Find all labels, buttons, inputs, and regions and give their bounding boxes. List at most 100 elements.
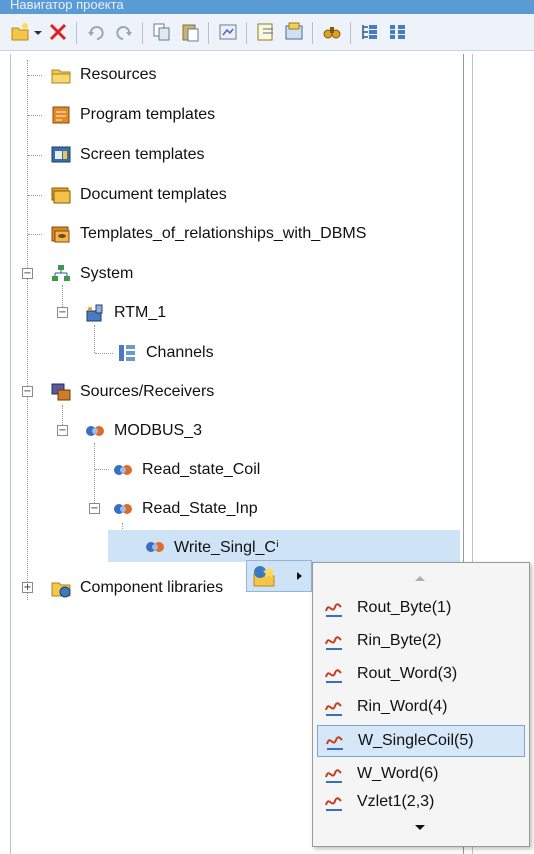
window-title: Навигатор проекта	[10, 0, 124, 12]
tree-item-label: Document templates	[80, 186, 227, 203]
toolbar-separator	[312, 22, 313, 44]
delete-icon[interactable]	[46, 20, 70, 44]
tree-item-program-templates[interactable]: Program templates	[50, 103, 215, 127]
channel-function-icon	[325, 797, 342, 811]
channel-function-icon	[325, 603, 342, 617]
tree-line	[94, 325, 95, 353]
collapse-toggle-modbus[interactable]: −	[57, 425, 68, 436]
tree-item-sources-receivers[interactable]: Sources/Receivers	[50, 380, 214, 404]
toolbar-separator	[350, 22, 351, 44]
menu-item-w-singlecoil[interactable]: W_SingleCoil(5)	[317, 725, 525, 757]
tree-line	[28, 155, 42, 156]
expand-toggle-component-libraries[interactable]: +	[22, 582, 33, 593]
tree-item-label: Write_Singl_Cⁱ	[174, 539, 279, 556]
tree-line	[95, 469, 109, 470]
undo-icon[interactable]	[84, 20, 108, 44]
expand-tree-icon[interactable]	[358, 20, 382, 44]
tree-item-read-state-coil[interactable]: Read_state_Coil	[112, 458, 260, 482]
screen-template-icon	[51, 146, 71, 163]
tree-line	[28, 115, 42, 116]
export-icon[interactable]	[282, 20, 306, 44]
component-library-icon	[51, 582, 71, 598]
tree-item-label: Program templates	[80, 106, 216, 123]
tree-item-label: Component libraries	[80, 579, 224, 596]
tree-item-label: Channels	[146, 344, 214, 361]
collapse-toggle-rtm[interactable]: −	[57, 307, 68, 318]
menu-item-label: W_SingleCoil(5)	[358, 732, 474, 749]
menu-item-rin-word[interactable]: Rin_Word(4)	[317, 692, 523, 722]
tree-item-label: Sources/Receivers	[80, 383, 215, 400]
tree-item-label: Read_State_Inp	[142, 500, 258, 517]
tree-item-modbus[interactable]: MODBUS_3	[84, 419, 202, 443]
document-template-icon	[51, 187, 71, 204]
tree-item-label: RTM_1	[114, 304, 167, 321]
toolbar-separator	[76, 22, 77, 44]
tree-item-resources[interactable]: Resources	[50, 63, 156, 87]
tree-item-label: Screen templates	[80, 146, 205, 163]
import-icon[interactable]	[254, 20, 278, 44]
tree-line	[28, 234, 42, 235]
menu-item-label: Rin_Word(4)	[357, 698, 448, 715]
new-item-icon	[253, 566, 275, 587]
tree-line	[28, 75, 42, 76]
copy-icon[interactable]	[150, 20, 174, 44]
new-item-icon[interactable]	[8, 20, 32, 44]
modbus-request-icon	[114, 465, 132, 475]
submenu-arrow-icon	[297, 572, 302, 580]
context-submenu: Rout_Byte(1) Rin_Byte(2) Rout_Word(3) Ri…	[312, 562, 530, 847]
tree-item-relationships-templates[interactable]: Templates_of_relationships_with_DBMS	[50, 222, 366, 246]
menu-item-label: Rout_Word(3)	[357, 665, 458, 682]
window-title-bar: Навигатор проекта	[0, 0, 534, 14]
tree-item-label: MODBUS_3	[114, 422, 203, 439]
tree-item-read-state-inp[interactable]: Read_State_Inp	[112, 497, 258, 521]
tree-item-component-libraries[interactable]: Component libraries	[50, 576, 223, 600]
tree-item-label: Resources	[80, 66, 157, 83]
collapse-toggle-read-state-inp[interactable]: −	[89, 503, 100, 514]
toolbar	[0, 14, 534, 51]
modbus-request-icon	[114, 504, 132, 514]
tree-item-label: Templates_of_relationships_with_DBMS	[80, 225, 367, 242]
menu-item-label: W_Word(6)	[357, 765, 439, 782]
channel-function-icon	[325, 636, 342, 650]
rtm-icon	[86, 304, 103, 322]
toolbar-separator	[246, 22, 247, 44]
toolbar-separator	[142, 22, 143, 44]
tree-line	[28, 195, 42, 196]
menu-item-rout-byte[interactable]: Rout_Byte(1)	[317, 593, 523, 623]
scroll-up-arrow-icon[interactable]	[413, 573, 427, 583]
network-icon	[52, 265, 70, 281]
toolbar-separator	[208, 22, 209, 44]
modbus-icon	[86, 426, 104, 436]
channel-function-icon	[325, 702, 342, 716]
menu-item-rin-byte[interactable]: Rin_Byte(2)	[317, 626, 523, 656]
tree-item-channels[interactable]: Channels	[116, 341, 214, 365]
collapse-tree-icon[interactable]	[386, 20, 410, 44]
program-template-icon	[52, 106, 70, 124]
folder-icon	[51, 69, 71, 84]
tree-item-rtm[interactable]: RTM_1	[84, 301, 166, 325]
collapse-toggle-sources[interactable]: −	[22, 386, 33, 397]
scroll-down-arrow-icon[interactable]	[413, 823, 427, 833]
context-add-button[interactable]	[246, 560, 312, 592]
tree-item-system[interactable]: System	[50, 262, 133, 286]
channel-function-icon	[326, 736, 343, 750]
tree-item-document-templates[interactable]: Document templates	[50, 183, 227, 207]
tree-line	[94, 443, 95, 509]
dbms-template-icon	[51, 226, 70, 243]
menu-item-label: Rin_Byte(2)	[357, 632, 442, 649]
tree-line	[27, 60, 28, 600]
redo-icon[interactable]	[112, 20, 136, 44]
properties-icon[interactable]	[216, 20, 240, 44]
new-dropdown-arrow-icon[interactable]	[32, 20, 44, 44]
find-icon[interactable]	[320, 20, 344, 44]
menu-item-label: Rout_Byte(1)	[357, 599, 452, 616]
menu-item-vzlet1[interactable]: Vzlet1(2,3)	[317, 787, 523, 817]
tree-item-label: System	[80, 265, 134, 282]
menu-item-w-word[interactable]: W_Word(6)	[317, 759, 523, 789]
collapse-toggle-system[interactable]: −	[22, 268, 33, 279]
channels-icon	[119, 345, 135, 361]
menu-item-rout-word[interactable]: Rout_Word(3)	[317, 659, 523, 689]
tree-item-screen-templates[interactable]: Screen templates	[50, 143, 205, 167]
tree-item-write-singl[interactable]: Write_Singl_Cⁱ	[144, 535, 279, 559]
paste-icon[interactable]	[178, 20, 202, 44]
